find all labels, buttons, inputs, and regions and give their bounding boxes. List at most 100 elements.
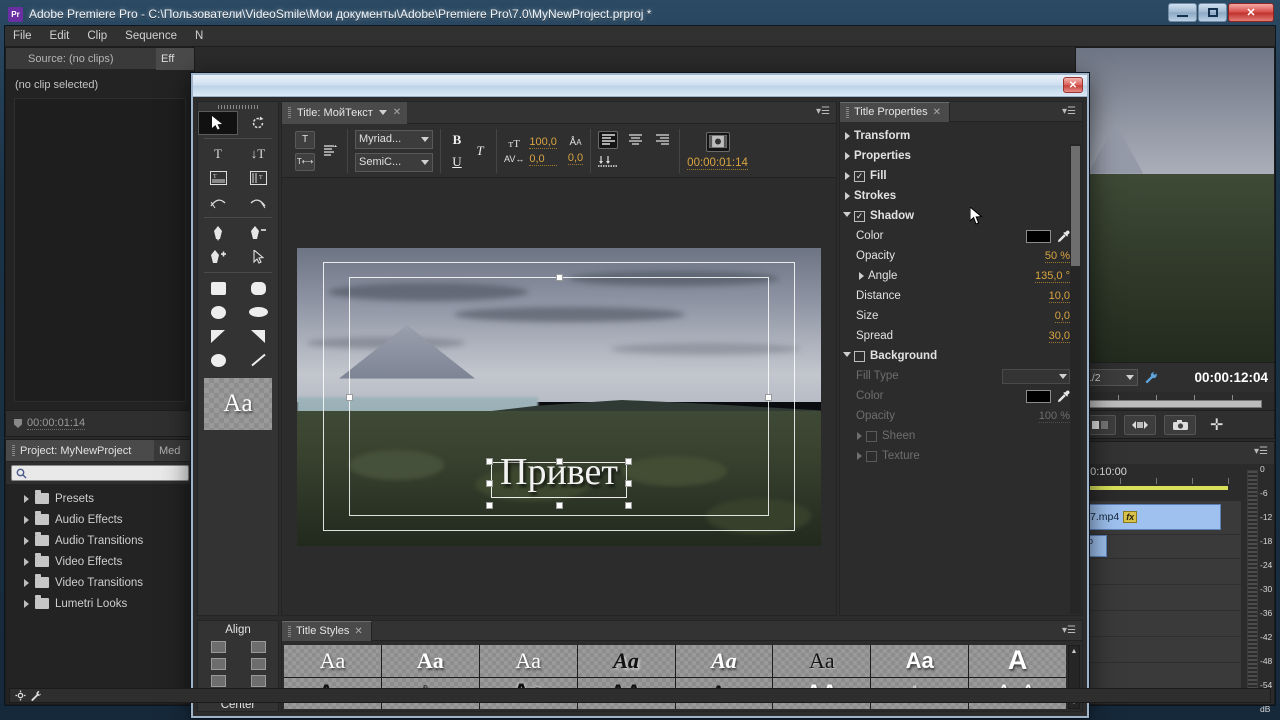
chevron-right-icon[interactable]	[24, 516, 29, 524]
timeline-tracks[interactable]: 7.mp4 fx p	[1084, 500, 1242, 698]
video-track[interactable]: 7.mp4 fx	[1085, 501, 1241, 535]
menu-file[interactable]: File	[13, 30, 32, 42]
property-row-shadow-color[interactable]: Color	[840, 226, 1082, 246]
chevron-right-icon[interactable]	[24, 558, 29, 566]
chevron-right-icon[interactable]	[24, 537, 29, 545]
close-button[interactable]: ✕	[1228, 3, 1274, 22]
underline-button[interactable]: U	[448, 153, 466, 171]
bold-button[interactable]: B	[448, 131, 466, 149]
property-row-shadow-opacity[interactable]: Opacity 50 %	[840, 246, 1082, 266]
wrench-icon[interactable]	[30, 690, 42, 701]
property-row-transform[interactable]: Transform	[840, 126, 1082, 146]
list-item[interactable]: Video Effects	[6, 551, 194, 572]
property-row-strokes[interactable]: Strokes	[840, 186, 1082, 206]
menu-more[interactable]: N	[195, 30, 203, 42]
title-canvas[interactable]: Привет	[282, 178, 836, 615]
pen-tool[interactable]	[198, 221, 238, 245]
minimize-button[interactable]	[1168, 3, 1197, 22]
property-row-shadow-angle[interactable]: Angle 135,0 °	[840, 266, 1082, 286]
rectangle-tool[interactable]	[198, 276, 238, 300]
search-input[interactable]	[30, 467, 188, 479]
panel-menu-icon[interactable]: ▾☰	[816, 106, 830, 117]
selection-tool[interactable]	[198, 111, 238, 135]
maximize-button[interactable]	[1198, 3, 1227, 22]
track-5[interactable]	[1085, 611, 1241, 637]
list-item[interactable]: Audio Effects	[6, 509, 194, 530]
style-swatch[interactable]: Aa	[676, 645, 773, 677]
title-timecode[interactable]: 00:00:01:14	[687, 157, 748, 170]
gear-icon[interactable]	[15, 690, 26, 701]
kerning-value[interactable]: 0,0	[529, 153, 557, 166]
style-swatch[interactable]: A	[969, 645, 1066, 677]
align-bottom-button[interactable]	[248, 672, 268, 689]
align-right-text-button[interactable]	[652, 131, 672, 149]
title-type-tool-button[interactable]: T	[295, 131, 315, 149]
text-handle-mr[interactable]	[625, 480, 632, 487]
tab-title-styles[interactable]: Title Styles ✕	[282, 621, 372, 641]
disclosure-triangle[interactable]	[840, 132, 854, 140]
list-item[interactable]: Presets	[6, 488, 194, 509]
timeline-ruler[interactable]: 00:10:00	[1084, 466, 1242, 492]
background-checkbox[interactable]	[854, 351, 865, 362]
property-row-fill[interactable]: ✓ Fill	[840, 166, 1082, 186]
chevron-right-icon[interactable]	[24, 579, 29, 587]
delete-anchor-point-tool[interactable]	[238, 221, 278, 245]
property-row-shadow-distance[interactable]: Distance 10,0	[840, 286, 1082, 306]
text-handle-bl[interactable]	[486, 502, 493, 509]
tab-stops-button[interactable]	[598, 153, 618, 171]
align-right-button[interactable]	[208, 672, 228, 689]
property-row-background[interactable]: Background	[840, 346, 1082, 366]
style-swatch[interactable]: Aa	[284, 645, 381, 677]
tab-title-properties[interactable]: Title Properties ✕	[840, 102, 950, 122]
chevron-down-icon[interactable]	[379, 110, 387, 115]
vertical-area-type-tool[interactable]: T	[238, 166, 278, 190]
tab-title-document[interactable]: Title: МойТекст ✕	[282, 102, 407, 124]
text-handle-br[interactable]	[625, 502, 632, 509]
area-type-tool[interactable]: T	[198, 166, 238, 190]
effect-controls-tab[interactable]: Eff	[156, 48, 194, 70]
tab-media-browser[interactable]: Med	[154, 440, 194, 461]
align-left-button[interactable]	[208, 638, 228, 655]
panel-menu-icon[interactable]: ▾☰	[1062, 625, 1076, 636]
audio-track[interactable]: p	[1085, 535, 1241, 559]
style-swatch[interactable]: Aa	[578, 645, 675, 677]
type-tool[interactable]: T	[198, 142, 238, 166]
disclosure-triangle[interactable]	[840, 192, 854, 200]
resolution-select[interactable]: 1/2	[1082, 369, 1138, 386]
frame-handle[interactable]	[556, 274, 563, 281]
shadow-angle-value[interactable]: 135,0 °	[1035, 270, 1070, 283]
shadow-opacity-value[interactable]: 50 %	[1045, 250, 1070, 263]
frame-handle[interactable]	[765, 394, 772, 401]
align-vertical-center-button[interactable]	[248, 655, 268, 672]
scroll-up-icon[interactable]: ▲	[1069, 646, 1079, 657]
wrench-icon[interactable]	[1144, 370, 1159, 385]
timeline-clip[interactable]: 7.mp4 fx	[1085, 504, 1221, 530]
search-field[interactable]	[11, 465, 189, 481]
style-swatch[interactable]: Aa	[382, 645, 479, 677]
text-handle-bc[interactable]	[556, 502, 563, 509]
track-3[interactable]	[1085, 559, 1241, 585]
fill-checkbox[interactable]: ✓	[854, 171, 865, 182]
program-timecode[interactable]: 00:00:12:04	[1194, 370, 1268, 385]
leading-value[interactable]: 0,0	[568, 152, 583, 165]
list-item[interactable]: Video Transitions	[6, 572, 194, 593]
current-style-swatch[interactable]: Aa	[204, 378, 272, 430]
shadow-color-swatch[interactable]	[1026, 230, 1051, 243]
tab-project[interactable]: Project: MyNewProject	[6, 440, 154, 461]
work-area-bar[interactable]	[1084, 486, 1228, 490]
line-tool[interactable]	[238, 348, 278, 372]
disclosure-triangle[interactable]	[840, 152, 854, 160]
program-video-area[interactable]	[1076, 48, 1274, 362]
frame-handle[interactable]	[346, 394, 353, 401]
title-dialog-close-button[interactable]: ✕	[1063, 77, 1083, 93]
disclosure-triangle-open[interactable]	[840, 212, 854, 221]
font-size-value[interactable]: 100,0	[529, 136, 557, 149]
text-handle-tr[interactable]	[625, 458, 632, 465]
shadow-size-value[interactable]: 0,0	[1055, 310, 1070, 323]
close-icon[interactable]: ✕	[393, 107, 401, 118]
eyedropper-icon[interactable]	[1057, 230, 1070, 243]
disclosure-triangle-open[interactable]	[840, 352, 854, 361]
path-type-tool[interactable]	[198, 190, 238, 214]
track-4[interactable]	[1085, 585, 1241, 611]
align-horizontal-center-button[interactable]	[208, 655, 228, 672]
